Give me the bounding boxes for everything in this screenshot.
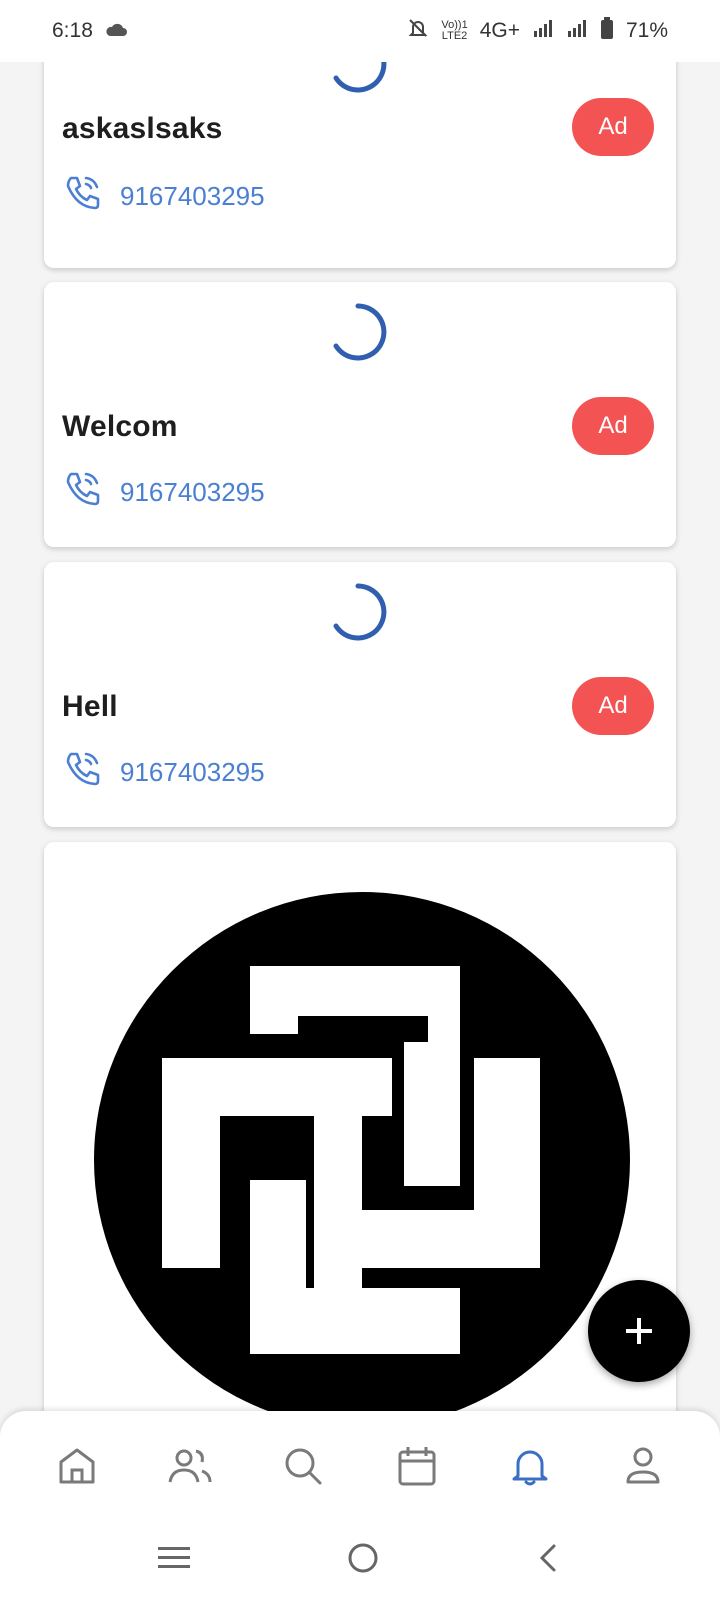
image-card[interactable] bbox=[44, 842, 676, 1412]
add-fab-button[interactable] bbox=[588, 1280, 690, 1382]
listing-card[interactable]: Hell Ad 9167403295 bbox=[44, 562, 676, 827]
nav-people[interactable] bbox=[158, 1434, 222, 1498]
card-title: Welcom bbox=[62, 410, 178, 443]
mute-bell-icon bbox=[407, 17, 429, 45]
signal-1-icon bbox=[532, 19, 554, 43]
ad-button[interactable]: Ad bbox=[572, 397, 654, 455]
phone-row[interactable]: 9167403295 bbox=[62, 748, 265, 797]
bottom-navigation bbox=[0, 1411, 720, 1521]
phone-row[interactable]: 9167403295 bbox=[62, 172, 265, 221]
nav-notifications[interactable] bbox=[498, 1434, 562, 1498]
nav-home[interactable] bbox=[45, 1434, 109, 1498]
content-list[interactable]: askaslsaks Ad 9167403295 Welcom Ad 91674… bbox=[0, 62, 720, 1412]
phone-call-icon bbox=[62, 172, 104, 221]
plus-icon bbox=[626, 1318, 652, 1344]
listing-card[interactable]: Welcom Ad 9167403295 bbox=[44, 282, 676, 547]
battery-icon bbox=[600, 17, 614, 45]
back-icon[interactable] bbox=[534, 1540, 564, 1581]
signal-2-icon bbox=[566, 19, 588, 43]
calendar-icon bbox=[398, 1447, 436, 1486]
status-bar: 6:18 Vo))1 LTE2 4G+ 71% bbox=[0, 0, 720, 62]
nav-search[interactable] bbox=[271, 1434, 335, 1498]
listing-card[interactable]: askaslsaks Ad 9167403295 bbox=[44, 62, 676, 268]
phone-call-icon bbox=[62, 748, 104, 797]
loading-spinner-icon bbox=[333, 303, 387, 361]
system-navigation bbox=[0, 1521, 720, 1600]
user-icon bbox=[626, 1447, 660, 1484]
card-title: Hell bbox=[62, 690, 118, 723]
status-time: 6:18 bbox=[52, 19, 93, 42]
phone-row[interactable]: 9167403295 bbox=[62, 468, 265, 517]
phone-number[interactable]: 9167403295 bbox=[120, 181, 265, 212]
home-icon bbox=[59, 1448, 95, 1484]
lte-bottom: LTE2 bbox=[441, 30, 468, 42]
search-icon bbox=[285, 1448, 322, 1485]
card-title: askaslsaks bbox=[62, 112, 223, 145]
phone-number[interactable]: 9167403295 bbox=[120, 477, 265, 508]
lte-indicator: Vo))1 LTE2 bbox=[441, 20, 467, 42]
cloud-icon bbox=[105, 19, 127, 43]
ad-button[interactable]: Ad bbox=[572, 98, 654, 156]
nav-calendar[interactable] bbox=[385, 1434, 449, 1498]
network-type: 4G+ bbox=[479, 19, 520, 42]
phone-number[interactable]: 9167403295 bbox=[120, 757, 265, 788]
phone-call-icon bbox=[62, 468, 104, 517]
loading-spinner-icon bbox=[333, 62, 387, 93]
people-icon bbox=[168, 1449, 212, 1483]
ad-button[interactable]: Ad bbox=[572, 677, 654, 735]
bell-icon bbox=[512, 1450, 548, 1486]
recent-apps-icon[interactable] bbox=[156, 1543, 192, 1578]
battery-percent: 71% bbox=[625, 19, 668, 42]
home-button-icon[interactable] bbox=[345, 1540, 381, 1581]
app-logo-image bbox=[94, 892, 630, 1412]
loading-spinner-icon bbox=[333, 583, 387, 641]
nav-profile[interactable] bbox=[611, 1434, 675, 1498]
